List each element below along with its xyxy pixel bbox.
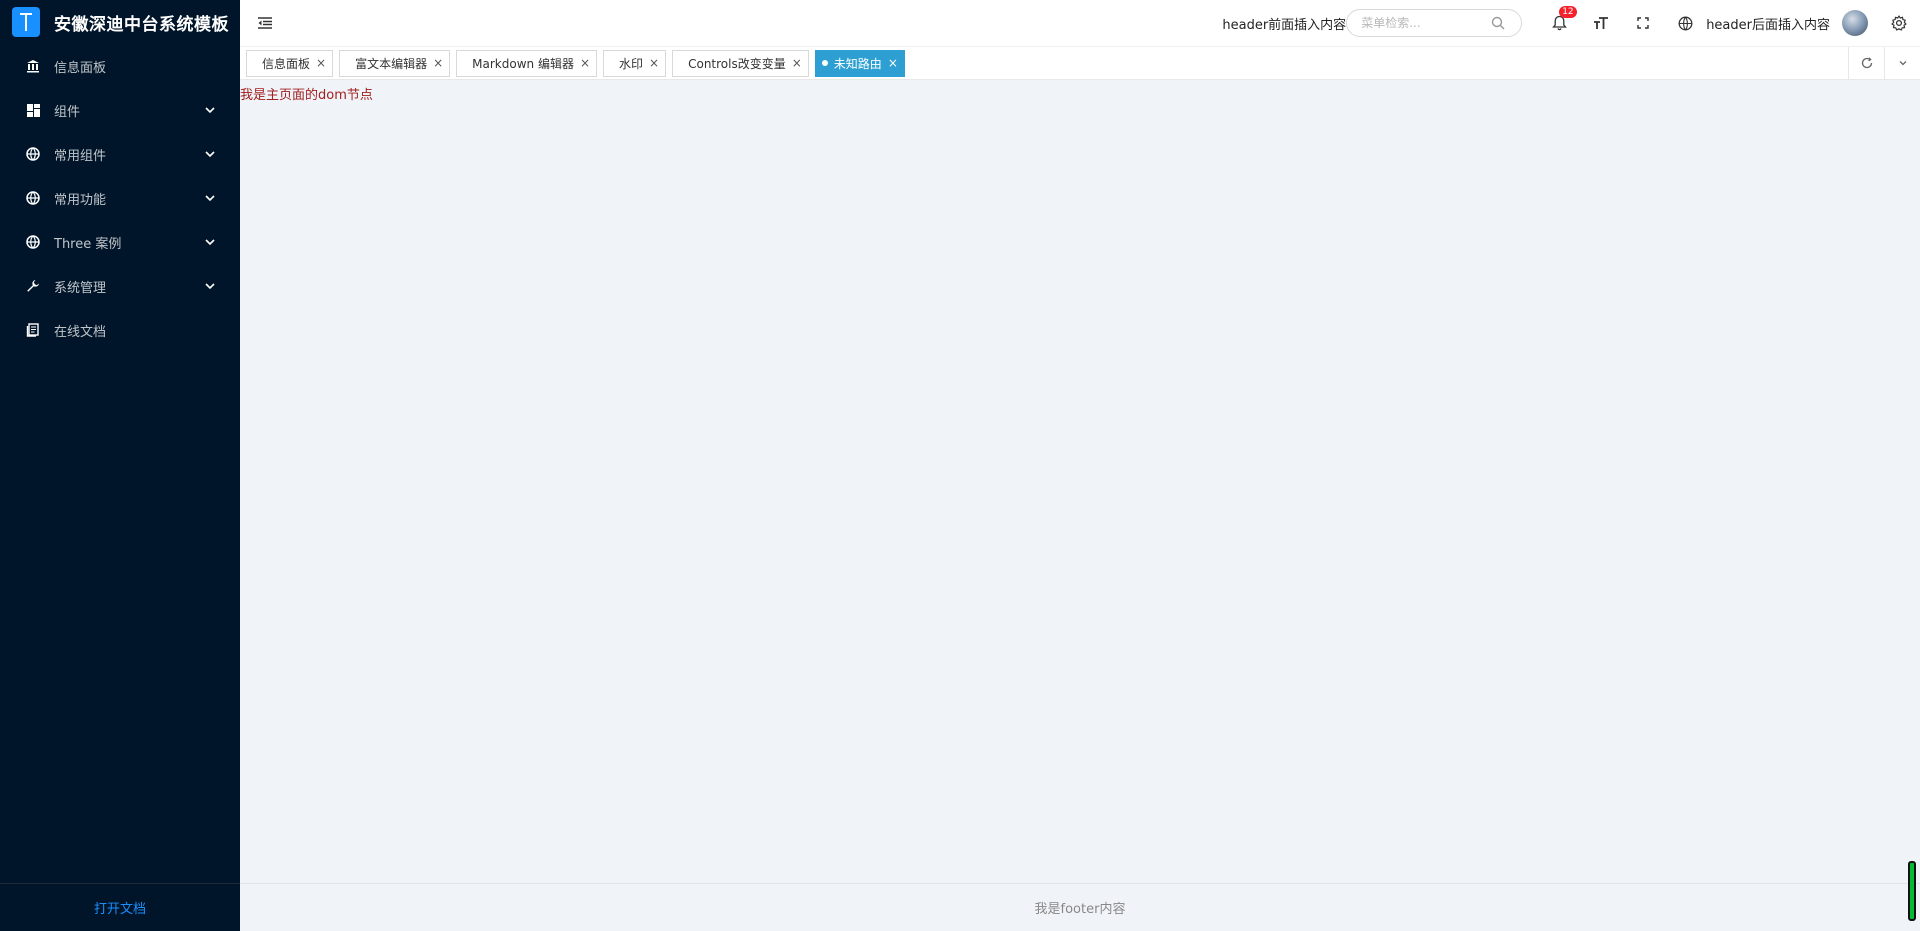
logo-area[interactable]: 安徽深迪中台系统模板 (0, 0, 240, 44)
sidebar-item-label: 常用组件 (54, 148, 107, 164)
chevron-down-icon (205, 195, 215, 202)
main-dom-text: 我是主页面的dom节点 (240, 88, 373, 103)
sidebar-item-label: 常用功能 (54, 192, 107, 208)
globe-icon (26, 235, 40, 249)
sidebar-item-label: Three 案例 (54, 236, 122, 252)
sidebar-item-label: 系统管理 (54, 280, 107, 296)
close-icon[interactable]: × (888, 56, 898, 70)
bank-icon (26, 59, 40, 73)
logo-icon (12, 7, 40, 37)
sidebar-footer: 打开文档 (0, 883, 240, 931)
sidebar-item-three-examples[interactable]: Three 案例 (0, 220, 240, 264)
tab-unknown-route[interactable]: 未知路由 × (814, 49, 905, 77)
open-docs-link[interactable]: 打开文档 (94, 898, 146, 917)
tab-menu-dropdown[interactable] (1884, 47, 1920, 79)
fullscreen-icon (1637, 17, 1649, 29)
globe-icon (26, 147, 40, 161)
fullscreen-button[interactable] (1622, 0, 1664, 47)
chevron-down-icon (205, 239, 215, 246)
sidebar-menu: 信息面板 组件 常用组件 常用功能 Three 案例 系统管理 在线文档 (0, 44, 240, 352)
sidebar: 安徽深迪中台系统模板 信息面板 组件 常用组件 常用功能 Three 案例 系统… (0, 0, 240, 931)
top-header: header前面插入内容 12 header后面插入内容 (240, 0, 1920, 47)
dashboard-icon (26, 103, 40, 117)
font-size-button[interactable] (1580, 0, 1622, 47)
footer-text: 我是footer内容 (1034, 902, 1126, 917)
tab-label: 未知路由 (833, 56, 882, 71)
close-icon[interactable]: × (649, 56, 659, 70)
chevron-down-icon (1899, 61, 1906, 66)
tab-label: 水印 (619, 56, 644, 71)
main-content: 我是主页面的dom节点 (240, 80, 1920, 882)
sidebar-item-components[interactable]: 组件 (0, 88, 240, 132)
chevron-down-icon (205, 283, 215, 290)
tabs-actions (1848, 47, 1920, 79)
tab-rich-text-editor[interactable]: 富文本编辑器 × (339, 49, 451, 77)
language-button[interactable] (1664, 0, 1706, 47)
sidebar-item-common-features[interactable]: 常用功能 (0, 176, 240, 220)
globe-icon (1678, 16, 1693, 30)
tab-label: 富文本编辑器 (355, 56, 428, 71)
menu-fold-icon (258, 17, 272, 29)
header-after-text: header后面插入内容 (1706, 17, 1830, 33)
wrench-icon (26, 279, 40, 293)
font-size-icon (1594, 17, 1609, 29)
sidebar-item-dashboard[interactable]: 信息面板 (0, 44, 240, 88)
gear-icon (1891, 15, 1907, 31)
tab-label: Controls改变变量 (688, 56, 786, 71)
notification-badge: 12 (1559, 5, 1577, 18)
tab-dashboard[interactable]: 信息面板 × (246, 49, 334, 77)
close-icon[interactable]: × (792, 56, 802, 70)
sidebar-item-system-management[interactable]: 系统管理 (0, 264, 240, 308)
close-icon[interactable]: × (580, 56, 590, 70)
tab-markdown-editor[interactable]: Markdown 编辑器 × (456, 49, 598, 77)
globe-icon (26, 191, 40, 205)
sidebar-item-label: 组件 (54, 104, 81, 120)
avatar[interactable] (1842, 10, 1868, 36)
header-before-text: header前面插入内容 (1222, 17, 1347, 33)
tab-watermark[interactable]: 水印 × (603, 49, 667, 77)
chevron-down-icon (205, 151, 215, 158)
sidebar-item-online-docs[interactable]: 在线文档 (0, 308, 240, 352)
tab-controls-variables[interactable]: Controls改变变量 × (672, 49, 809, 77)
refresh-icon (1861, 57, 1872, 69)
tabs-bar: 信息面板 × 富文本编辑器 × Markdown 编辑器 × 水印 × Cont… (240, 47, 1920, 80)
tab-label: Markdown 编辑器 (472, 56, 574, 71)
tab-label: 信息面板 (262, 56, 311, 71)
app-title: 安徽深迪中台系统模板 (54, 14, 229, 35)
document-icon (26, 323, 40, 337)
sidebar-item-label: 信息面板 (54, 60, 107, 76)
active-dot-icon (821, 60, 828, 66)
notification-button[interactable]: 12 (1538, 0, 1580, 47)
search-icon (1491, 16, 1505, 30)
collapse-sidebar-button[interactable] (240, 0, 290, 47)
close-icon[interactable]: × (316, 56, 326, 70)
refresh-tab-button[interactable] (1848, 47, 1884, 79)
sidebar-item-label: 在线文档 (54, 324, 107, 340)
settings-button[interactable] (1878, 0, 1920, 47)
page-footer: 我是footer内容 (240, 883, 1920, 931)
menu-search[interactable] (1346, 9, 1523, 37)
side-widget-icon[interactable] (1908, 861, 1916, 921)
search-input[interactable] (1361, 16, 1492, 30)
chevron-down-icon (205, 107, 215, 114)
sidebar-item-common-components[interactable]: 常用组件 (0, 132, 240, 176)
close-icon[interactable]: × (433, 56, 443, 70)
